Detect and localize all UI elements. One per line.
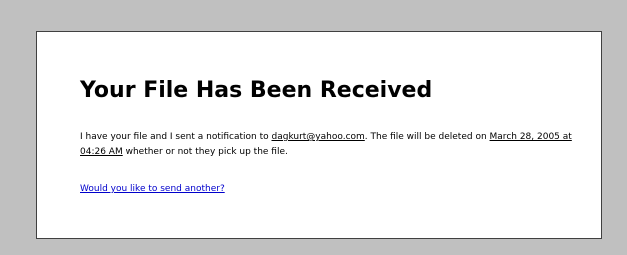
send-another-link[interactable]: Would you like to send another?: [80, 182, 225, 197]
confirmation-message: I have your file and I sent a notificati…: [80, 130, 580, 160]
message-text-outro: whether or not they pick up the file.: [122, 147, 288, 157]
confirmation-panel: Your File Has Been Received I have your …: [36, 31, 602, 239]
recipient-email: dagkurt@yahoo.com: [271, 132, 365, 142]
message-text-intro: I have your file and I sent a notificati…: [80, 132, 272, 142]
message-text-deletion: . The file will be deleted on: [364, 132, 490, 142]
page-title: Your File Has Been Received: [80, 78, 433, 103]
